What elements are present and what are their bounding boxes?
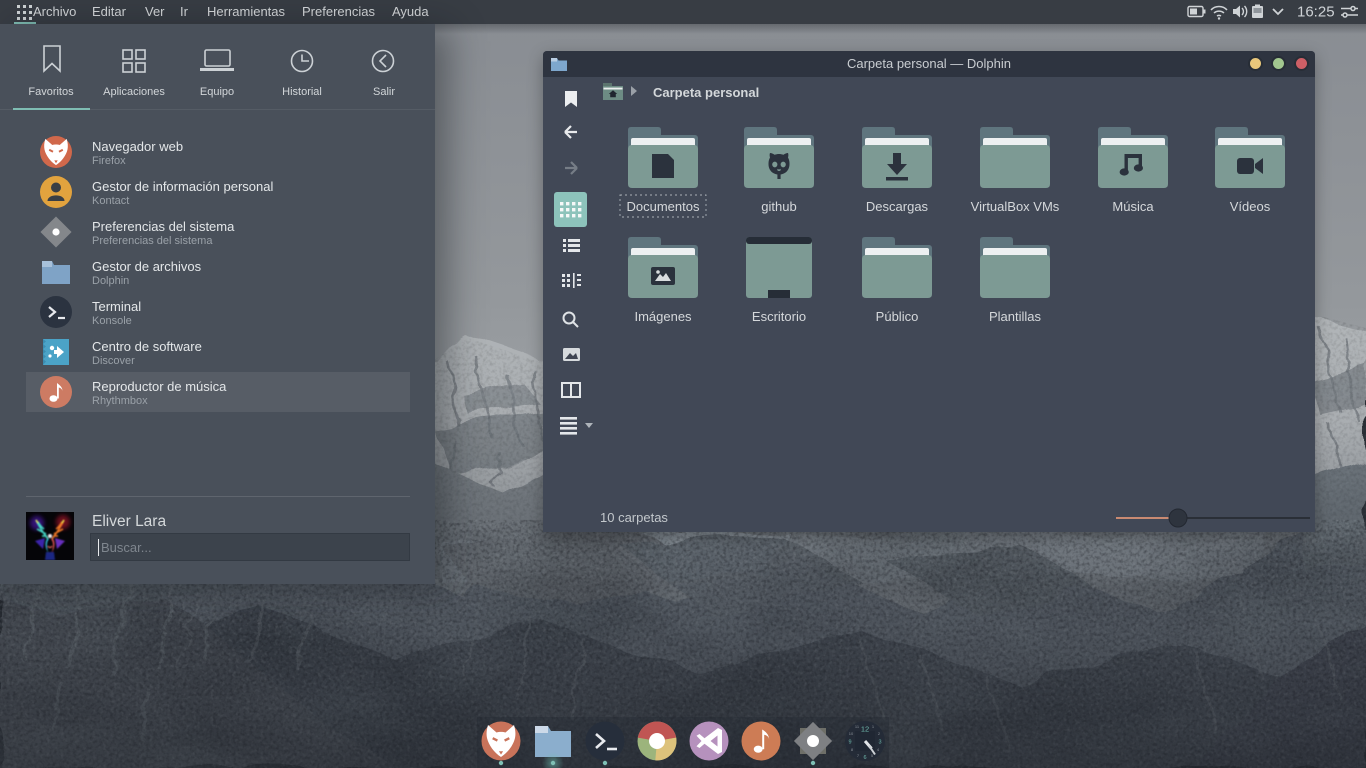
svg-text:Imágenes: Imágenes bbox=[634, 309, 692, 324]
svg-text:10: 10 bbox=[849, 731, 854, 736]
svg-text:9: 9 bbox=[848, 740, 851, 746]
svg-text:Vídeos: Vídeos bbox=[1230, 199, 1271, 214]
svg-text:Música: Música bbox=[1112, 199, 1154, 214]
svg-text:VirtualBox VMs: VirtualBox VMs bbox=[971, 199, 1060, 214]
svg-text:6: 6 bbox=[863, 755, 866, 761]
svg-text:Descargas: Descargas bbox=[866, 199, 929, 214]
svg-text:Escritorio: Escritorio bbox=[752, 309, 806, 324]
svg-text:Documentos: Documentos bbox=[627, 199, 700, 214]
svg-text:Plantillas: Plantillas bbox=[989, 309, 1042, 324]
svg-text:16:25: 16:25 bbox=[1297, 4, 1335, 21]
svg-text:3: 3 bbox=[878, 740, 881, 746]
svg-text:github: github bbox=[761, 199, 796, 214]
svg-text:12: 12 bbox=[861, 725, 869, 734]
svg-text:Público: Público bbox=[876, 309, 919, 324]
